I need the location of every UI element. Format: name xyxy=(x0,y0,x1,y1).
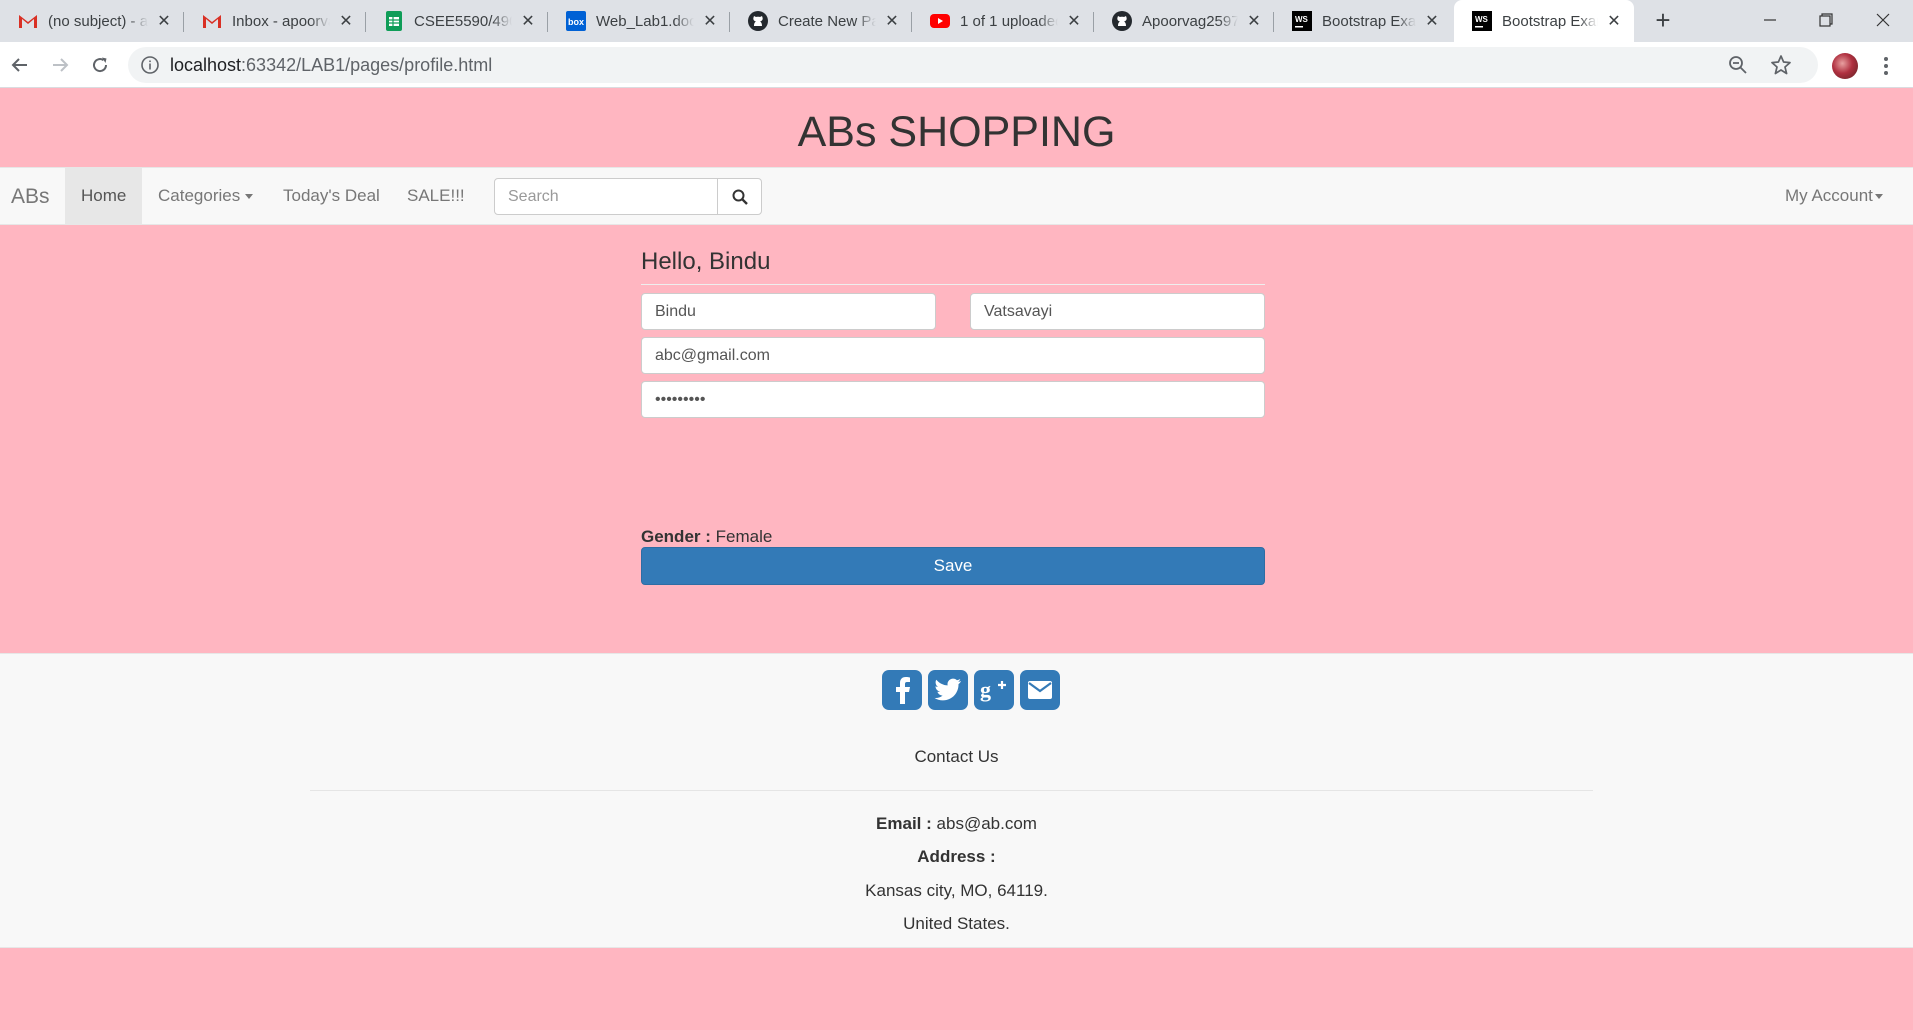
url-host: localhost xyxy=(170,55,242,75)
close-tab-icon[interactable]: ✕ xyxy=(700,11,720,31)
browser-tab-title: Create New Page xyxy=(778,12,876,30)
search-icon xyxy=(732,189,748,205)
facebook-icon[interactable] xyxy=(882,670,922,710)
minimize-button[interactable] xyxy=(1742,0,1798,40)
footer-email-label: Email : xyxy=(876,814,932,833)
footer-address-label: Address : xyxy=(917,847,996,866)
nav-categories-dropdown[interactable]: Categories xyxy=(142,168,269,224)
zoom-out-icon[interactable] xyxy=(1728,55,1748,80)
forward-arrow-icon[interactable] xyxy=(44,49,76,81)
site-footer: g Contact Us Email : abs@ab.com Address … xyxy=(0,653,1913,948)
profile-greeting: Hello, Bindu xyxy=(641,248,1265,285)
social-links: g xyxy=(882,670,1060,710)
close-tab-icon[interactable]: ✕ xyxy=(1244,11,1264,31)
browser-tab-title: Bootstrap Example xyxy=(1502,12,1598,30)
email-field[interactable]: abc@gmail.com xyxy=(641,337,1265,374)
browser-menu-icon[interactable] xyxy=(1876,53,1896,79)
profile-avatar[interactable] xyxy=(1832,53,1858,79)
browser-tab[interactable]: WS Bootstrap Example ✕ xyxy=(1274,0,1452,42)
close-tab-icon[interactable]: ✕ xyxy=(154,11,174,31)
nav-todays-deal[interactable]: Today's Deal xyxy=(267,168,396,224)
close-tab-icon[interactable]: ✕ xyxy=(1604,11,1624,31)
site-title: ABs SHOPPING xyxy=(797,108,1116,156)
close-tab-icon[interactable]: ✕ xyxy=(336,11,356,31)
browser-tab-strip: (no subject) - apoorvag ✕ Inbox - apoorv… xyxy=(0,0,1913,42)
footer-address-city: Kansas city, MO, 64119. xyxy=(865,881,1048,900)
browser-tab-title: 1 of 1 uploaded xyxy=(960,12,1058,30)
nav-my-account-dropdown[interactable]: My Account xyxy=(1769,168,1899,224)
bookmark-star-icon[interactable] xyxy=(1770,54,1792,81)
webstorm-icon: WS xyxy=(1472,11,1492,31)
profile-form: Hello, Bindu Bindu Vatsavayi abc@gmail.c… xyxy=(641,248,1265,585)
browser-tab-title: Bootstrap Example xyxy=(1322,12,1416,30)
nav-sale[interactable]: SALE!!! xyxy=(391,168,481,224)
browser-tab-active[interactable]: WS Bootstrap Example ✕ xyxy=(1454,0,1634,42)
browser-tab-title: (no subject) - apoorvag xyxy=(48,12,148,30)
reload-icon[interactable] xyxy=(84,49,116,81)
search-input[interactable] xyxy=(494,178,718,215)
first-name-field[interactable]: Bindu xyxy=(641,293,936,330)
last-name-field[interactable]: Vatsavayi xyxy=(970,293,1265,330)
nav-home[interactable]: Home xyxy=(65,168,143,224)
new-tab-button[interactable]: + xyxy=(1648,6,1678,36)
footer-address-country: United States. xyxy=(903,914,1010,933)
box-icon: box xyxy=(566,11,586,31)
footer-email-value: abs@ab.com xyxy=(936,814,1037,833)
restore-button[interactable] xyxy=(1798,0,1854,40)
browser-tab-title: CSEE5590/490 xyxy=(414,12,512,30)
close-tab-icon[interactable]: ✕ xyxy=(518,11,538,31)
nav-categories-label: Categories xyxy=(158,186,241,205)
youtube-icon xyxy=(930,11,950,31)
webstorm-icon: WS xyxy=(1292,11,1312,31)
browser-tab[interactable]: Create New Page ✕ xyxy=(730,0,912,42)
browser-toolbar: localhost:63342/LAB1/pages/profile.html xyxy=(0,42,1913,88)
envelope-icon[interactable] xyxy=(1020,670,1060,710)
save-button[interactable]: Save xyxy=(641,547,1265,585)
browser-tab-title: Apoorvag2597/ xyxy=(1142,12,1238,30)
browser-tab[interactable]: Inbox - apoorvag2597 ✕ xyxy=(184,0,366,42)
svg-text:WS: WS xyxy=(1475,15,1489,24)
caret-down-icon xyxy=(245,194,254,200)
password-field[interactable]: ••••••••• xyxy=(641,381,1265,418)
caret-down-icon xyxy=(1874,194,1883,200)
github-icon xyxy=(1112,11,1132,31)
browser-tab-title: Web_Lab1.docx xyxy=(596,12,694,30)
back-arrow-icon[interactable] xyxy=(4,49,36,81)
close-tab-icon[interactable]: ✕ xyxy=(1064,11,1084,31)
web-page: ABs SHOPPING ABs Home Categories Today's… xyxy=(0,88,1913,1030)
svg-text:box: box xyxy=(568,17,584,27)
gmail-icon xyxy=(18,11,38,31)
search-button[interactable] xyxy=(717,178,762,215)
github-icon xyxy=(748,11,768,31)
close-tab-icon[interactable]: ✕ xyxy=(1422,11,1442,31)
url-text: localhost:63342/LAB1/pages/profile.html xyxy=(170,55,492,76)
browser-tab[interactable]: CSEE5590/490 ✕ xyxy=(366,0,548,42)
gender-value: Female xyxy=(715,527,773,546)
footer-address-line: Address : xyxy=(0,847,1913,867)
close-window-button[interactable] xyxy=(1855,0,1911,40)
gmail-icon xyxy=(202,11,222,31)
footer-divider xyxy=(310,790,1593,791)
browser-tab[interactable]: 1 of 1 uploaded ✕ xyxy=(912,0,1094,42)
url-path: :63342/LAB1/pages/profile.html xyxy=(241,55,493,75)
browser-tab[interactable]: Apoorvag2597/ ✕ xyxy=(1094,0,1274,42)
nav-my-account-label: My Account xyxy=(1785,186,1873,205)
info-icon[interactable] xyxy=(140,55,160,80)
close-tab-icon[interactable]: ✕ xyxy=(882,11,902,31)
sheets-icon xyxy=(384,11,404,31)
google-plus-icon[interactable]: g xyxy=(974,670,1014,710)
browser-tab[interactable]: (no subject) - apoorvag ✕ xyxy=(0,0,184,42)
contact-us-heading: Contact Us xyxy=(914,747,999,766)
twitter-icon[interactable] xyxy=(928,670,968,710)
navbar-brand[interactable]: ABs xyxy=(11,185,50,209)
browser-tab[interactable]: box Web_Lab1.docx ✕ xyxy=(548,0,730,42)
footer-email-line: Email : abs@ab.com xyxy=(0,814,1913,834)
svg-text:g: g xyxy=(980,677,991,702)
gender-row: Gender : Female xyxy=(641,527,772,547)
svg-text:WS: WS xyxy=(1295,15,1309,24)
address-bar[interactable]: localhost:63342/LAB1/pages/profile.html xyxy=(128,47,1818,83)
gender-label: Gender : xyxy=(641,527,711,546)
browser-tab-title: Inbox - apoorvag2597 xyxy=(232,12,330,30)
site-navbar: ABs Home Categories Today's Deal SALE!!!… xyxy=(0,167,1913,225)
